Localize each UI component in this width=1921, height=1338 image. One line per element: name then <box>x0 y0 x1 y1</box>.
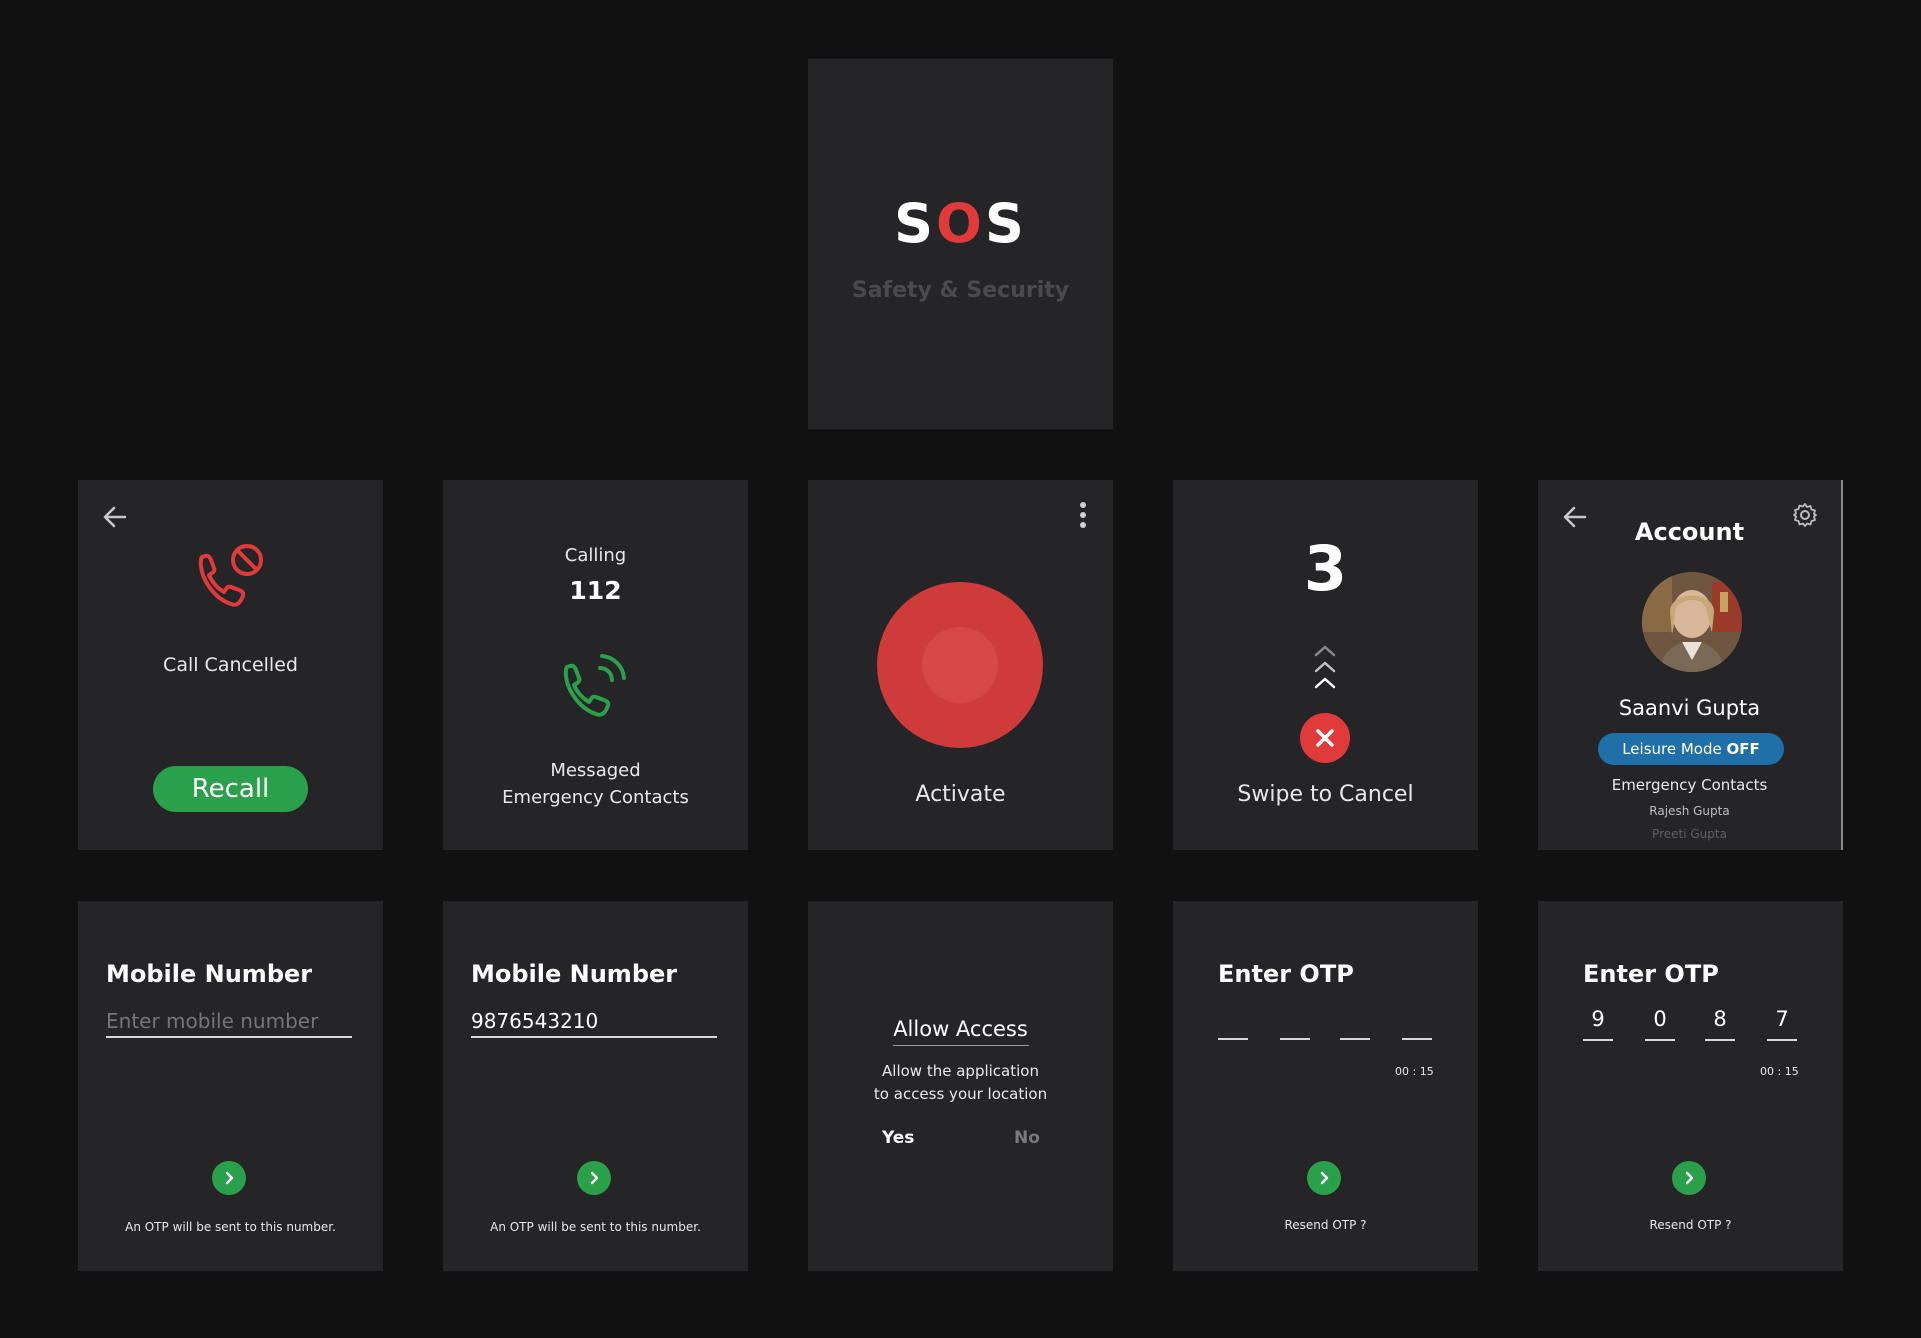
mobile-number-input[interactable] <box>471 1006 717 1038</box>
activate-label: Activate <box>915 782 1006 807</box>
splash-screen: SOS Safety & Security <box>808 59 1113 429</box>
chevron-right-icon <box>221 1170 237 1186</box>
mobile-number-title: Mobile Number <box>106 960 313 988</box>
otp-note: An OTP will be sent to this number. <box>490 1220 701 1234</box>
emergency-contact-item[interactable]: Preeti Gupta <box>1538 827 1841 841</box>
logo-letter-s: S <box>894 192 937 255</box>
allow-access-title: Allow Access <box>892 1017 1029 1046</box>
resend-otp-link[interactable]: Resend OTP ? <box>1538 1218 1843 1232</box>
gear-icon[interactable] <box>1792 502 1818 528</box>
resend-otp-link[interactable]: Resend OTP ? <box>1173 1218 1478 1232</box>
mobile-number-title: Mobile Number <box>471 960 678 988</box>
next-button[interactable] <box>212 1161 246 1195</box>
chevron-right-icon <box>586 1170 602 1186</box>
emergency-contact-item[interactable]: Rajesh Gupta <box>1538 804 1841 818</box>
close-icon <box>1313 726 1337 750</box>
mobile-number-filled-screen: Mobile Number An OTP will be sent to thi… <box>443 901 748 1271</box>
swipe-to-cancel-label: Swipe to Cancel <box>1237 782 1414 807</box>
next-button[interactable] <box>1672 1161 1706 1195</box>
otp-timer: 00 : 15 <box>1760 1065 1799 1078</box>
otp-digit-slot[interactable]: 0 <box>1645 1007 1675 1041</box>
phone-ringing-icon <box>558 650 634 722</box>
calling-number: 112 <box>569 576 622 605</box>
call-cancelled-screen: Call Cancelled Recall <box>78 480 383 850</box>
avatar[interactable] <box>1642 572 1742 672</box>
account-screen: Account Saanvi Gupta Leisure Mode OFF Em… <box>1538 480 1843 850</box>
messaged-text-line2: Emergency Contacts <box>502 787 689 808</box>
logo-letter-o: O <box>936 192 985 255</box>
mobile-number-input[interactable] <box>106 1006 352 1038</box>
otp-digit-slot[interactable]: 9 <box>1583 1007 1613 1041</box>
logo-letter-s: S <box>984 192 1027 255</box>
sos-button-inner-circle <box>922 627 998 703</box>
next-button[interactable] <box>1307 1161 1341 1195</box>
recall-button[interactable]: Recall <box>153 766 308 812</box>
countdown-screen: 3 Swipe to Cancel <box>1173 480 1478 850</box>
next-button[interactable] <box>577 1161 611 1195</box>
cancel-swipe-button[interactable] <box>1300 713 1350 763</box>
otp-digit-slot[interactable] <box>1340 1038 1370 1040</box>
allow-access-message-line1: Allow the application <box>882 1062 1039 1080</box>
sos-logo: SOS <box>808 197 1113 251</box>
otp-empty-screen: Enter OTP 00 : 15 Resend OTP ? <box>1173 901 1478 1271</box>
account-name: Saanvi Gupta <box>1618 696 1761 720</box>
yes-button[interactable]: Yes <box>882 1128 914 1148</box>
countdown-value: 3 <box>1303 532 1348 605</box>
allow-access-screen: Allow Access Allow the application to ac… <box>808 901 1113 1271</box>
chevron-right-icon <box>1681 1170 1697 1186</box>
more-vertical-icon[interactable] <box>1078 500 1088 530</box>
splash-tagline: Safety & Security <box>851 278 1070 303</box>
mobile-number-empty-screen: Mobile Number An OTP will be sent to thi… <box>78 901 383 1271</box>
phone-blocked-icon <box>191 542 267 612</box>
calling-screen: Calling 112 Messaged Emergency Contacts <box>443 480 748 850</box>
emergency-contacts-heading: Emergency Contacts <box>1611 776 1768 794</box>
activate-screen: Activate <box>808 480 1113 850</box>
chevron-right-icon <box>1316 1170 1332 1186</box>
calling-label: Calling <box>564 545 627 566</box>
otp-digit-slot[interactable] <box>1280 1038 1310 1040</box>
leisure-mode-toggle[interactable]: Leisure Mode OFF <box>1598 733 1784 765</box>
leisure-mode-state: OFF <box>1726 740 1760 758</box>
back-arrow-icon[interactable] <box>100 502 130 532</box>
messaged-text-line1: Messaged <box>550 760 641 781</box>
swipe-up-chevrons-icon <box>1312 643 1338 693</box>
call-status-text: Call Cancelled <box>163 654 298 676</box>
otp-timer: 00 : 15 <box>1395 1065 1434 1078</box>
no-button[interactable]: No <box>1014 1128 1040 1148</box>
otp-title: Enter OTP <box>1583 960 1719 988</box>
otp-digit-slot[interactable] <box>1218 1038 1248 1040</box>
app-root: { "splash": { "logo_s1": "S", "logo_o": … <box>0 0 1921 1338</box>
otp-digit-slot[interactable]: 7 <box>1767 1007 1797 1041</box>
otp-digit-slot[interactable] <box>1402 1038 1432 1040</box>
otp-note: An OTP will be sent to this number. <box>125 1220 336 1234</box>
otp-filled-screen: Enter OTP 9 0 8 7 00 : 15 Resend OTP ? <box>1538 901 1843 1271</box>
otp-digit-slot[interactable]: 8 <box>1705 1007 1735 1041</box>
otp-title: Enter OTP <box>1218 960 1354 988</box>
sos-activate-button[interactable] <box>877 582 1043 748</box>
leisure-mode-label: Leisure Mode <box>1622 740 1727 758</box>
allow-access-message-line2: to access your location <box>873 1085 1048 1103</box>
